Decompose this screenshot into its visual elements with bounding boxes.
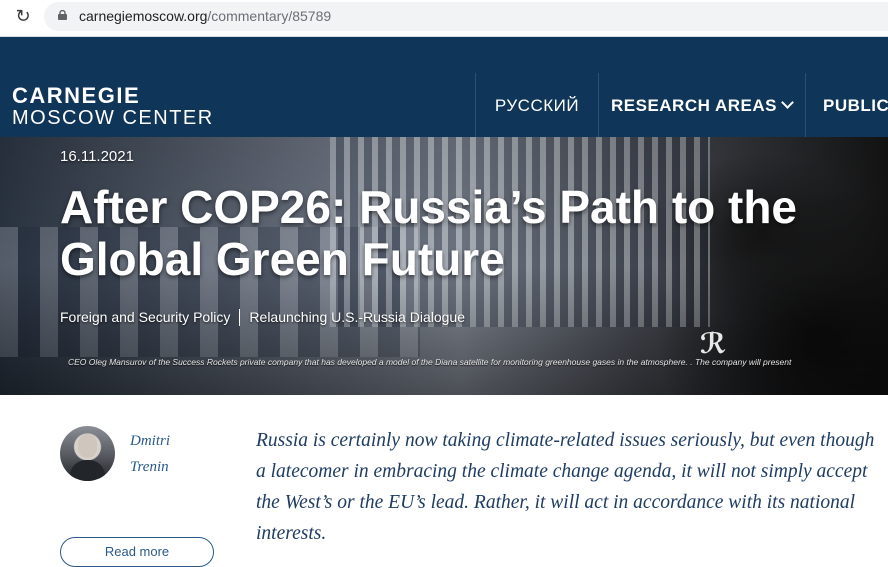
publish-date: 16.11.2021 [60, 148, 134, 165]
url-text: carnegiemoscow.org/commentary/85789 [79, 8, 331, 24]
lock-icon [58, 10, 67, 20]
author-first-name: Dmitri [130, 433, 171, 449]
rocket-logo-icon: ℛ [700, 327, 727, 360]
photo-caption: CEO Oleg Mansurov of the Success Rockets… [68, 357, 792, 367]
article-lead: Russia is certainly now taking climate-r… [256, 430, 875, 544]
browser-toolbar: ↻ carnegiemoscow.org/commentary/85789 [0, 0, 888, 37]
author-avatar[interactable] [60, 426, 115, 481]
hero-banner: ℛ 16.11.2021 After COP26: Russia’s Path … [0, 137, 888, 395]
avatar-body [70, 460, 105, 481]
nav-language[interactable]: РУССКИЙ [475, 73, 599, 137]
tag-list: Foreign and Security Policy Relaunching U… [60, 309, 465, 326]
chevron-down-icon [781, 96, 794, 109]
nav-publications-label: PUBLICA [823, 96, 888, 115]
tag-divider [239, 309, 241, 326]
tag-us-russia-dialogue[interactable]: Relaunching U.S.-Russia Dialogue [249, 309, 465, 325]
author-name[interactable]: Dmitri Trenin [130, 428, 220, 480]
reload-icon[interactable]: ↻ [12, 6, 34, 28]
top-strip [0, 37, 888, 73]
logo-line2[interactable]: MOSCOW CENTER [12, 107, 214, 130]
author-last-name: Trenin [130, 459, 169, 475]
url-path: /commentary/85789 [207, 8, 332, 24]
address-bar[interactable]: carnegiemoscow.org/commentary/85789 [44, 2, 888, 31]
avatar-head [78, 434, 97, 458]
logo-line1[interactable]: CARNEGIE [12, 83, 140, 109]
url-domain: carnegiemoscow.org [79, 8, 208, 24]
tag-foreign-security-policy[interactable]: Foreign and Security Policy [60, 309, 230, 325]
nav-research-areas[interactable]: RESEARCH AREAS [598, 73, 806, 137]
site-header: CARNEGIE MOSCOW CENTER РУССКИЙ RESEARCH … [0, 73, 888, 137]
read-more-button[interactable]: Read more [60, 537, 214, 567]
nav-research-areas-label: RESEARCH AREAS [610, 96, 777, 115]
nav-publications[interactable]: PUBLICA [806, 73, 888, 137]
article-title: After COP26: Russia’s Path to the Global… [60, 181, 798, 285]
nav-language-label: РУССКИЙ [494, 96, 580, 115]
